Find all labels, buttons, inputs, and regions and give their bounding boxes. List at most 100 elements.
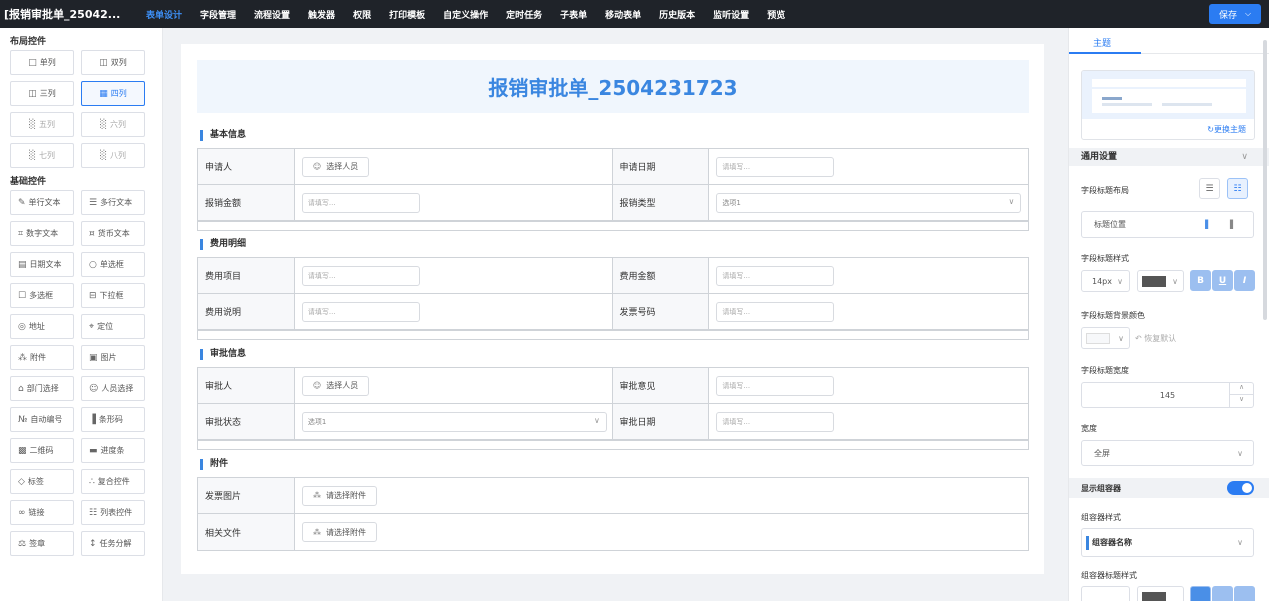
general-settings-header[interactable]: 通用设置 ∨ [1069,148,1269,166]
control-tile-list[interactable]: ☷ 列表控件 [81,500,145,525]
field-label: 费用项目 [198,258,295,293]
undo-icon: ↶ [1135,334,1142,343]
right-scrollbar[interactable] [1263,40,1267,320]
control-tile-multi-text[interactable]: ☰ 多行文本 [81,190,145,215]
nav-item-7[interactable]: 定时任务 [506,8,542,21]
control-tile-three-col[interactable]: ◫ 三列 [10,81,74,106]
nav-item-0[interactable]: 表单设计 [146,8,182,21]
control-tile-label: 双列 [110,58,127,67]
underline-button[interactable]: U [1212,270,1233,291]
text-input[interactable]: 请填写... [716,301,835,322]
nav-item-4[interactable]: 权限 [353,8,371,21]
five-col-icon: ░ [29,119,36,130]
control-tile-label: 单选框 [99,260,124,269]
control-tile-single-col[interactable]: □ 单列 [10,50,74,75]
container-underline-button[interactable] [1212,586,1233,601]
control-tile-link[interactable]: ∞ 链接 [10,500,74,525]
text-input[interactable]: 请填写... [716,411,835,432]
control-tile-number[interactable]: ⌗ 数字文本 [10,221,74,246]
layout-top-icon[interactable]: ☷ [1227,178,1248,199]
control-tile-four-col[interactable]: ▦ 四列 [81,81,145,106]
control-tile-seven-col[interactable]: ░ 七列 [10,143,74,168]
control-tile-double-col[interactable]: ◫ 双列 [81,50,145,75]
select-attachment-button[interactable]: ⁂ 请选择附件 [302,485,377,506]
control-tile-image[interactable]: ▣ 图片 [81,345,145,370]
control-tile-single-text[interactable]: ✎ 单行文本 [10,190,74,215]
nav-item-1[interactable]: 字段管理 [200,8,236,21]
nav-item-2[interactable]: 流程设置 [254,8,290,21]
select-attachment-label: 请选择附件 [326,527,366,537]
text-input[interactable]: 请填写... [716,375,835,396]
select-attachment-button[interactable]: ⁂ 请选择附件 [302,522,377,542]
tag-icon: ◇ [18,476,25,487]
control-tile-five-col[interactable]: ░ 五列 [10,112,74,137]
field-cell: 请填写... [709,149,1028,184]
save-button[interactable]: 保存 ⌵ [1209,4,1261,24]
align-left-icon[interactable]: ▐ [1202,220,1208,229]
control-tile-barcode[interactable]: ▐ 条形码 [81,407,145,432]
control-tile-calendar[interactable]: ▤ 日期文本 [10,252,74,277]
decrement-icon[interactable]: ∨ [1229,395,1253,407]
theme-preview: ↻更换主题 [1081,70,1255,140]
select-field[interactable]: 选项1 ∨ [716,192,1022,213]
align-right-icon[interactable]: ▌ [1230,220,1236,229]
control-tile-checkbox[interactable]: ☐ 多选框 [10,283,74,308]
control-tile-progress[interactable]: ▬ 进度条 [81,438,145,463]
field-label: 发票图片 [198,478,295,513]
form-title[interactable]: 报销审批单_2504231723 [197,60,1029,113]
refresh-icon: ↻ [1207,125,1214,134]
show-container-toggle[interactable] [1227,481,1254,495]
text-input[interactable]: 请填写... [301,265,420,286]
change-theme-link[interactable]: ↻更换主题 [1207,124,1246,135]
qrcode-icon: ▩ [18,445,27,456]
bold-button[interactable]: B [1190,270,1211,291]
control-tile-auto-number[interactable]: № 自动编号 [10,407,74,432]
container-font-size-select[interactable] [1081,586,1130,601]
control-tile-crosshair[interactable]: ⌖ 定位 [81,314,145,339]
nav-item-5[interactable]: 打印模板 [389,8,425,21]
top-nav: 表单设计 字段管理 流程设置 触发器 权限 打印模板 自定义操作 定时任务 子表单 移动表单 历史版… [146,8,803,21]
bg-color-picker[interactable]: ∨ [1081,327,1130,349]
increment-icon[interactable]: ∧ [1229,383,1253,395]
select-person-button[interactable]: ☺ 选择人员 [301,156,370,177]
layout-left-icon[interactable]: ☰ [1199,178,1220,199]
nav-item-6[interactable]: 自定义操作 [443,8,488,21]
control-tile-eight-col[interactable]: ░ 八列 [81,143,145,168]
control-tile-location-pin[interactable]: ◎ 地址 [10,314,74,339]
control-tile-tag[interactable]: ◇ 标签 [10,469,74,494]
control-tile-radio[interactable]: ○ 单选框 [81,252,145,277]
container-style-select[interactable]: 组容器名称 ∨ [1081,528,1254,557]
container-italic-button[interactable] [1234,586,1255,601]
control-tile-composite[interactable]: ∴ 复合控件 [81,469,145,494]
control-tile-dropdown[interactable]: ⊟ 下拉框 [81,283,145,308]
container-color-picker[interactable] [1137,586,1184,601]
nav-item-12[interactable]: 预览 [767,8,785,21]
control-tile-qrcode[interactable]: ▩ 二维码 [10,438,74,463]
title-color-picker[interactable]: ∨ [1137,270,1184,292]
control-tile-people[interactable]: ☺ 人员选择 [81,376,145,401]
nav-item-3[interactable]: 触发器 [308,8,335,21]
control-tile-task-split[interactable]: ↕ 任务分解 [81,531,145,556]
width-stepper[interactable]: 145 ∧ ∨ [1081,382,1254,408]
text-input[interactable]: 请填写... [301,301,420,322]
text-input[interactable]: 请填写... [301,192,420,213]
nav-item-10[interactable]: 历史版本 [659,8,695,21]
text-input[interactable]: 请填写... [716,156,835,177]
control-tile-paperclip[interactable]: ⁂ 附件 [10,345,74,370]
control-tile-currency[interactable]: ¤ 货币文本 [81,221,145,246]
tab-theme[interactable]: 主题 [1069,28,1269,54]
italic-button[interactable]: I [1234,270,1255,291]
nav-item-8[interactable]: 子表单 [560,8,587,21]
control-tile-six-col[interactable]: ░ 六列 [81,112,145,137]
select-field[interactable]: 选项1 ∨ [301,411,607,432]
text-input[interactable]: 请填写... [716,265,835,286]
restore-default-link[interactable]: ↶ 恢复默认 [1135,333,1176,344]
nav-item-9[interactable]: 移动表单 [605,8,641,21]
control-tile-department[interactable]: ⌂ 部门选择 [10,376,74,401]
container-bold-button[interactable] [1190,586,1211,601]
control-tile-seal[interactable]: ⚖ 签章 [10,531,74,556]
font-size-select[interactable]: 14px ∨ [1081,270,1130,292]
nav-item-11[interactable]: 监听设置 [713,8,749,21]
width-select[interactable]: 全屏 ∨ [1081,440,1254,466]
select-person-button[interactable]: ☺ 选择人员 [301,375,370,396]
